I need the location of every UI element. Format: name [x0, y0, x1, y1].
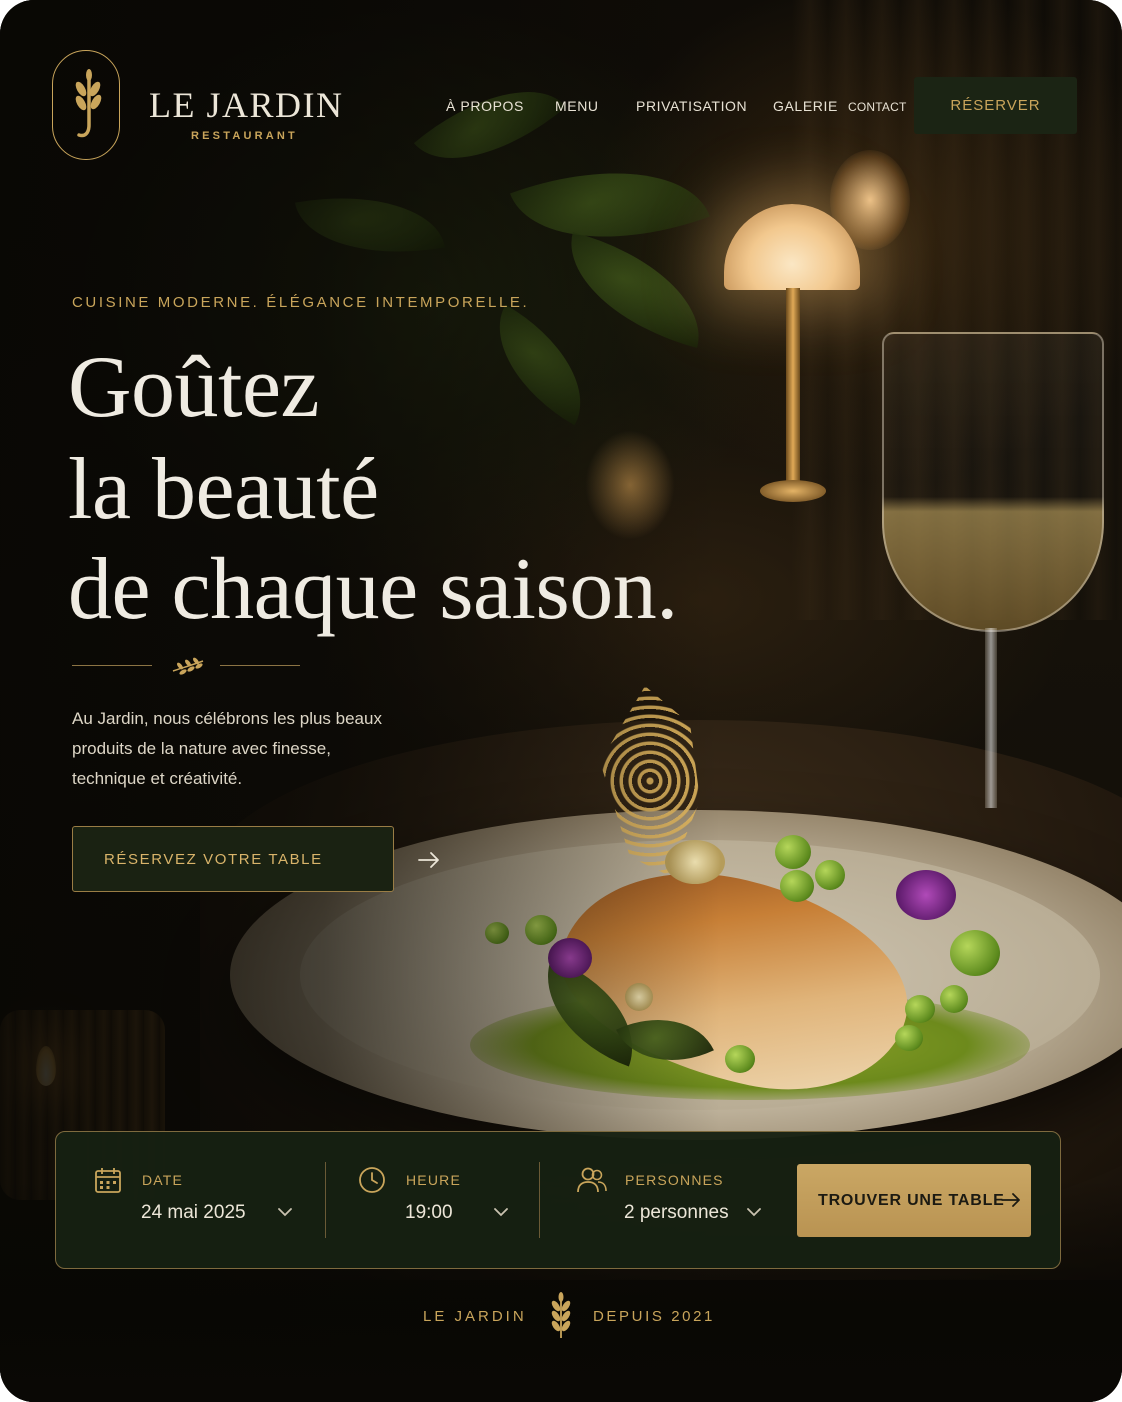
field-divider: [325, 1162, 326, 1238]
nav-item-menu[interactable]: MENU: [555, 98, 599, 114]
reserve-button[interactable]: RÉSERVER: [914, 77, 1077, 134]
field-divider: [539, 1162, 540, 1238]
nav-item-privatisation[interactable]: PRIVATISATION: [636, 98, 747, 114]
headline-line-1: Goûtez: [68, 339, 320, 436]
time-value: 19:00: [405, 1202, 453, 1223]
footer-since: DEPUIS 2021: [593, 1308, 715, 1325]
guests-value: 2 personnes: [624, 1202, 729, 1223]
guests-select[interactable]: PERSONNES 2 personnes: [576, 1132, 776, 1270]
clock-icon: [359, 1167, 385, 1193]
time-select[interactable]: HEURE 19:00: [358, 1132, 538, 1270]
arrow-right-icon: [1001, 1193, 1020, 1207]
find-table-button[interactable]: TROUVER UNE TABLE: [797, 1164, 1031, 1237]
wine-glass: [882, 332, 1104, 632]
users-icon: [577, 1167, 607, 1193]
arrow-right-icon: [418, 852, 439, 868]
chevron-down-icon: [494, 1208, 508, 1217]
time-label: HEURE: [406, 1172, 462, 1188]
nav-item-galerie[interactable]: GALERIE: [773, 98, 838, 114]
headline-line-3: de chaque saison.: [68, 541, 678, 638]
brand-name[interactable]: LE JARDIN: [149, 84, 343, 126]
nav-item-contact[interactable]: CONTACT: [848, 100, 907, 114]
reserve-button-label: RÉSERVER: [950, 97, 1041, 114]
headline-line-2: la beauté: [68, 441, 379, 538]
footer-brand: LE JARDIN: [423, 1308, 527, 1325]
calendar-icon: [95, 1168, 121, 1193]
date-value: 24 mai 2025: [141, 1202, 246, 1223]
hero-intro-text: Au Jardin, nous célébrons les plus beaux…: [72, 709, 382, 788]
guests-label: PERSONNES: [625, 1172, 724, 1188]
ornament-divider: [72, 656, 302, 676]
hero-eyebrow: CUISINE MODERNE. ÉLÉGANCE INTEMPORELLE.: [72, 294, 530, 311]
book-table-cta-button[interactable]: RÉSERVEZ VOTRE TABLE: [72, 826, 439, 892]
date-label: DATE: [142, 1172, 184, 1188]
logo-badge[interactable]: [52, 50, 120, 160]
chevron-down-icon: [747, 1208, 761, 1217]
booking-bar: DATE 24 mai 2025 HEURE 19:00 PERSONNES 2…: [55, 1131, 1061, 1269]
olive-branch-icon: [172, 657, 204, 675]
date-select[interactable]: DATE 24 mai 2025: [94, 1132, 324, 1270]
wheat-sprig-icon: [551, 1292, 571, 1338]
wheat-sprig-icon: [75, 69, 102, 138]
brand-subtitle: RESTAURANT: [191, 130, 298, 142]
landing-page: LE JARDIN RESTAURANT À PROPOS MENU PRIVA…: [0, 0, 1122, 1402]
cta-label: RÉSERVEZ VOTRE TABLE: [104, 850, 323, 868]
find-table-label: TROUVER UNE TABLE: [818, 1191, 1005, 1209]
chevron-down-icon: [278, 1208, 292, 1217]
nav-item-a-propos[interactable]: À PROPOS: [446, 98, 524, 114]
